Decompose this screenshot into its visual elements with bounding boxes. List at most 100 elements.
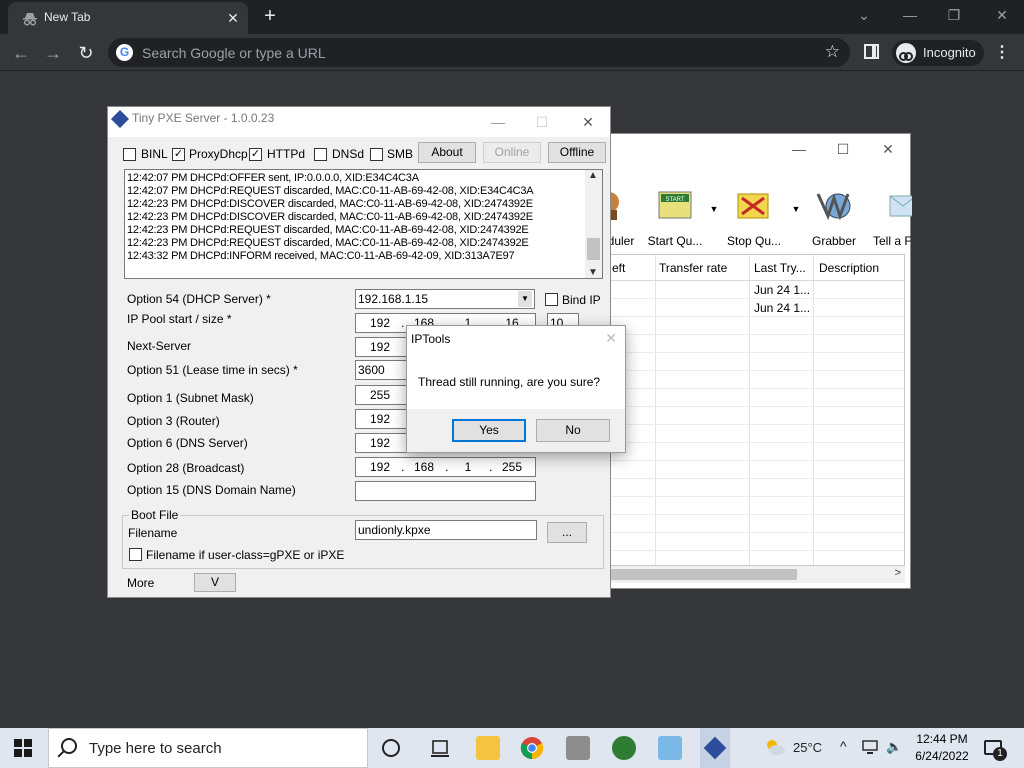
- toolbar-stop-queue[interactable]: Stop Qu...: [723, 188, 785, 258]
- dialog-close-icon[interactable]: ✕: [605, 330, 617, 347]
- restore-icon[interactable]: ❐: [940, 4, 968, 26]
- httpd-checkbox[interactable]: ✓: [249, 148, 262, 161]
- search-icon: [61, 738, 77, 754]
- log-line: 12:42:23 PM DHCPd:DISCOVER discarded, MA…: [127, 211, 533, 223]
- temperature-label[interactable]: 25°C: [793, 740, 822, 768]
- network-icon[interactable]: [862, 739, 880, 768]
- task-view-icon[interactable]: [428, 736, 452, 760]
- column-header[interactable]: Description: [819, 261, 879, 275]
- tiny-pxe-taskbar-button[interactable]: [700, 728, 730, 768]
- stop-queue-dropdown[interactable]: ▼: [789, 188, 803, 258]
- opt6-label: Option 6 (DNS Server): [127, 436, 248, 450]
- ip-octet: 192: [369, 316, 391, 330]
- chevron-down-icon[interactable]: ▼: [518, 291, 532, 307]
- no-button[interactable]: No: [536, 419, 610, 442]
- column-header[interactable]: eft: [612, 261, 625, 275]
- pxe-app-icon: [110, 109, 130, 129]
- download-list-header: eft Transfer rate Last Try... Descriptio…: [610, 255, 904, 281]
- column-header[interactable]: Last Try...: [754, 261, 806, 275]
- tab-new-tab[interactable]: New Tab ✕: [8, 2, 248, 34]
- taskbar-search[interactable]: Type here to search: [48, 728, 368, 768]
- tab-close-icon[interactable]: ✕: [224, 9, 242, 27]
- opt3-label: Option 3 (Router): [127, 414, 220, 428]
- file-explorer-icon[interactable]: [476, 736, 500, 760]
- reload-icon[interactable]: ↻: [73, 40, 99, 66]
- browser-tabstrip: New Tab ✕ + ⌄ — ❐ ✕: [0, 0, 1024, 34]
- about-button[interactable]: About: [418, 142, 476, 163]
- volume-icon[interactable]: 🔈: [886, 739, 902, 768]
- filename-input[interactable]: undionly.kpxe: [355, 520, 537, 540]
- filename-label: Filename: [128, 526, 178, 540]
- dhcp-server-select[interactable]: 192.168.1.15 ▼: [355, 289, 535, 309]
- pxe-close-icon[interactable]: ✕: [574, 111, 602, 133]
- toolbar-start-queue[interactable]: START Start Qu...: [645, 188, 705, 258]
- scrollbar-thumb[interactable]: [611, 569, 797, 580]
- incognito-badge[interactable]: Incognito: [892, 40, 984, 66]
- forward-icon[interactable]: →: [40, 40, 66, 66]
- smb-checkbox[interactable]: [370, 148, 383, 161]
- table-row[interactable]: Jun 24 1...: [610, 299, 904, 317]
- svg-text:START: START: [665, 197, 684, 203]
- incognito-tab-icon: [22, 11, 38, 27]
- dialog-title: IPTools: [411, 332, 451, 346]
- online-button: Online: [483, 142, 541, 163]
- minimize-icon[interactable]: —: [896, 4, 924, 26]
- binl-checkbox[interactable]: [123, 148, 136, 161]
- cortana-icon[interactable]: [382, 739, 400, 757]
- scroll-down-icon[interactable]: ▼: [588, 267, 598, 278]
- new-tab-button[interactable]: +: [258, 5, 282, 29]
- dl-minimize-icon[interactable]: —: [785, 138, 813, 160]
- offline-button[interactable]: Offline: [548, 142, 606, 163]
- download-list[interactable]: eft Transfer rate Last Try... Descriptio…: [609, 254, 905, 566]
- omnibox[interactable]: G Search Google or type a URL ☆: [108, 38, 850, 67]
- incognito-icon: [896, 43, 916, 63]
- dns-domain-input[interactable]: [355, 481, 536, 501]
- log-scrollbar[interactable]: ▲ ▼: [585, 170, 602, 278]
- clock-date[interactable]: 6/24/2022: [910, 749, 974, 763]
- more-button[interactable]: V: [194, 573, 236, 592]
- bookmark-star-icon[interactable]: ☆: [825, 42, 840, 62]
- close-window-icon[interactable]: ✕: [988, 4, 1016, 26]
- side-panel-icon[interactable]: [864, 44, 879, 59]
- toolbar-tell-a-friend[interactable]: Tell a Fr: [867, 188, 912, 258]
- scrollbar-thumb[interactable]: [587, 238, 600, 260]
- more-label: More: [127, 576, 155, 590]
- pxe-app-icon: [703, 736, 727, 760]
- menu-icon[interactable]: ⋮: [994, 42, 1010, 64]
- weather-icon[interactable]: [764, 737, 786, 757]
- back-icon[interactable]: ←: [8, 40, 34, 66]
- column-header[interactable]: Transfer rate: [659, 261, 727, 275]
- userclass-checkbox[interactable]: [129, 548, 142, 561]
- horizontal-scrollbar[interactable]: >: [609, 566, 905, 583]
- app-icon[interactable]: [658, 736, 682, 760]
- start-queue-dropdown[interactable]: ▼: [707, 188, 721, 258]
- google-icon: G: [116, 44, 133, 61]
- dnsd-checkbox[interactable]: [314, 148, 327, 161]
- log-list[interactable]: 12:42:07 PM DHCPd:OFFER sent, IP:0.0.0.0…: [124, 169, 603, 279]
- toolbar-grabber[interactable]: Grabber: [805, 188, 863, 258]
- chrome-icon[interactable]: [520, 736, 544, 760]
- smb-label: SMB: [387, 147, 414, 161]
- scroll-right-icon[interactable]: >: [895, 567, 901, 579]
- clock-time[interactable]: 12:44 PM: [912, 732, 972, 746]
- start-button[interactable]: [14, 739, 32, 757]
- yes-button[interactable]: Yes: [452, 419, 526, 442]
- pxe-maximize-icon: ☐: [535, 114, 549, 130]
- tab-search-icon[interactable]: ⌄: [850, 4, 878, 26]
- table-row[interactable]: Jun 24 1...: [610, 281, 904, 299]
- proxydhcp-checkbox[interactable]: ✓: [172, 148, 185, 161]
- scroll-up-icon[interactable]: ▲: [588, 170, 598, 181]
- omnibox-placeholder: Search Google or type a URL: [142, 45, 326, 61]
- chevron-up-icon[interactable]: ^: [840, 738, 847, 768]
- download-app-icon[interactable]: [612, 736, 636, 760]
- browse-button[interactable]: ...: [547, 522, 587, 543]
- pxe-minimize-icon[interactable]: —: [484, 111, 512, 133]
- opt15-label: Option 15 (DNS Domain Name): [127, 483, 296, 497]
- broadcast-input[interactable]: 192 . 168 . 1 . 255: [355, 457, 536, 477]
- dnsd-label: DNSd: [332, 147, 365, 161]
- app-icon[interactable]: [566, 736, 590, 760]
- opt1-label: Option 1 (Subnet Mask): [127, 391, 254, 405]
- dl-maximize-icon[interactable]: ☐: [829, 138, 857, 160]
- dl-close-icon[interactable]: ✕: [874, 138, 902, 160]
- bind-ip-checkbox[interactable]: [545, 293, 558, 306]
